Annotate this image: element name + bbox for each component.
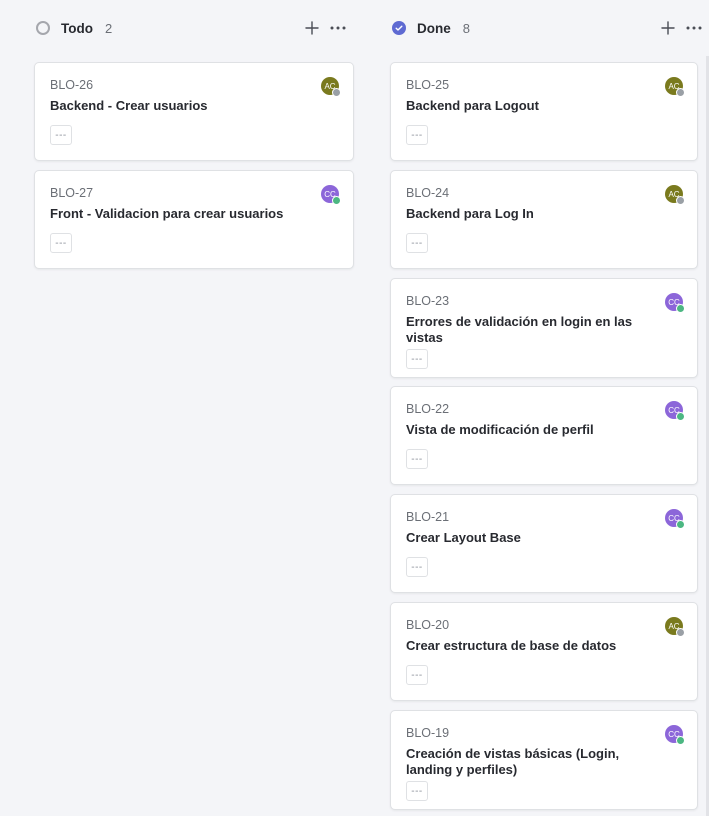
issue-title: Errores de validación en login en las vi… xyxy=(406,314,633,345)
avatar[interactable]: AC xyxy=(321,77,341,97)
presence-indicator xyxy=(676,520,685,529)
issue-card-blo-22[interactable]: BLO-22 Vista de modificación de perfil C… xyxy=(390,386,698,485)
presence-indicator xyxy=(332,88,341,97)
column-header-todo: Todo 2 xyxy=(36,0,112,56)
card-action-button[interactable]: --- xyxy=(50,125,72,145)
issue-id: BLO-21 xyxy=(406,510,450,524)
issue-id: BLO-19 xyxy=(406,726,450,740)
issue-id: BLO-24 xyxy=(406,186,450,200)
issue-title: Backend - Crear usuarios xyxy=(50,98,208,113)
presence-indicator xyxy=(676,412,685,421)
avatar[interactable]: CC xyxy=(665,725,685,745)
issue-id: BLO-22 xyxy=(406,402,450,416)
ellipsis-icon xyxy=(686,26,702,30)
issue-card-blo-27[interactable]: BLO-27 Front - Validacion para crear usu… xyxy=(34,170,354,269)
more-options-done-button[interactable] xyxy=(685,19,703,37)
avatar[interactable]: CC xyxy=(665,401,685,421)
issue-title: Backend para Log In xyxy=(406,206,534,221)
plus-icon xyxy=(305,21,319,35)
issue-id: BLO-23 xyxy=(406,294,450,308)
column-title-done: Done xyxy=(417,20,451,36)
issue-id: BLO-27 xyxy=(50,186,94,200)
issue-title: Creación de vistas básicas (Login, landi… xyxy=(406,746,620,777)
avatar[interactable]: CC xyxy=(665,509,685,529)
issue-title: Front - Validacion para crear usuarios xyxy=(50,206,284,221)
card-action-button[interactable]: --- xyxy=(50,233,72,253)
issue-card-blo-20[interactable]: BLO-20 Crear estructura de base de datos… xyxy=(390,602,698,701)
issue-id: BLO-20 xyxy=(406,618,450,632)
column-title-todo: Todo xyxy=(61,20,93,36)
issue-card-blo-23[interactable]: BLO-23 Errores de validación en login en… xyxy=(390,278,698,378)
avatar[interactable]: CC xyxy=(665,293,685,313)
presence-indicator xyxy=(676,628,685,637)
avatar[interactable]: CC xyxy=(321,185,341,205)
issue-card-blo-19[interactable]: BLO-19 Creación de vistas básicas (Login… xyxy=(390,710,698,810)
issue-card-blo-24[interactable]: BLO-24 Backend para Log In AC --- xyxy=(390,170,698,269)
card-action-button[interactable]: --- xyxy=(406,557,428,577)
card-action-button[interactable]: --- xyxy=(406,781,428,801)
card-action-button[interactable]: --- xyxy=(406,665,428,685)
column-count-done: 8 xyxy=(462,20,470,36)
column-header-done: Done 8 xyxy=(392,0,470,56)
avatar[interactable]: AC xyxy=(665,77,685,97)
card-action-button[interactable]: --- xyxy=(406,349,428,369)
avatar[interactable]: AC xyxy=(665,617,685,637)
card-action-button[interactable]: --- xyxy=(406,449,428,469)
issue-title: Crear Layout Base xyxy=(406,530,521,545)
issue-card-blo-21[interactable]: BLO-21 Crear Layout Base CC --- xyxy=(390,494,698,593)
add-issue-todo-button[interactable] xyxy=(303,19,321,37)
issue-id: BLO-25 xyxy=(406,78,450,92)
circle-check-icon xyxy=(392,21,406,35)
issue-title: Vista de modificación de perfil xyxy=(406,422,594,437)
ellipsis-icon xyxy=(330,26,346,30)
card-action-button[interactable]: --- xyxy=(406,125,428,145)
presence-indicator xyxy=(676,88,685,97)
issue-title: Backend para Logout xyxy=(406,98,539,113)
presence-indicator xyxy=(332,196,341,205)
more-options-todo-button[interactable] xyxy=(329,19,347,37)
avatar[interactable]: AC xyxy=(665,185,685,205)
circle-empty-icon xyxy=(36,21,50,35)
add-issue-done-button[interactable] xyxy=(659,19,677,37)
presence-indicator xyxy=(676,196,685,205)
issue-card-blo-26[interactable]: BLO-26 Backend - Crear usuarios AC --- xyxy=(34,62,354,161)
presence-indicator xyxy=(676,304,685,313)
presence-indicator xyxy=(676,736,685,745)
card-action-button[interactable]: --- xyxy=(406,233,428,253)
issue-title: Crear estructura de base de datos xyxy=(406,638,617,653)
issue-card-blo-25[interactable]: BLO-25 Backend para Logout AC --- xyxy=(390,62,698,161)
column-count-todo: 2 xyxy=(104,20,113,36)
plus-icon xyxy=(661,21,675,35)
issue-id: BLO-26 xyxy=(50,78,94,92)
